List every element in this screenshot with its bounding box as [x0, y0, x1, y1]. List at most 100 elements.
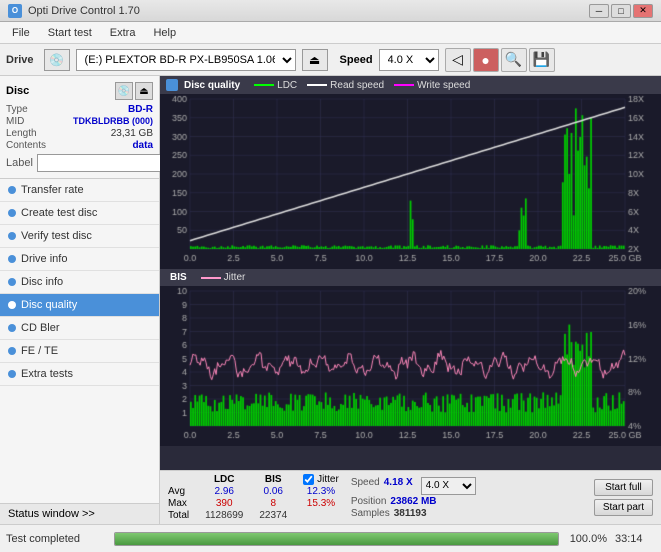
- top-chart: [160, 94, 661, 269]
- sidebar-item-disc-quality[interactable]: Disc quality: [0, 294, 159, 317]
- nav-label-fe-te: FE / TE: [21, 345, 58, 357]
- disc-eject-btn[interactable]: ⏏: [135, 82, 153, 100]
- ldc-header: LDC: [205, 474, 243, 485]
- legend: LDC Read speed Write speed: [254, 80, 470, 91]
- chart-title-bar: Disc quality LDC Read speed Write speed: [160, 76, 661, 94]
- contents-label: Contents: [6, 140, 46, 151]
- sidebar-item-disc-info[interactable]: Disc info: [0, 271, 159, 294]
- jitter-avg: 12.3%: [303, 486, 339, 497]
- nav-dot-fe-te: [8, 347, 16, 355]
- legend-ldc: LDC: [254, 80, 297, 91]
- menu-bar: File Start test Extra Help: [0, 22, 661, 44]
- nav-dot-drive-info: [8, 255, 16, 263]
- speed-down-btn[interactable]: ◁: [445, 48, 471, 72]
- position-value: 23862 MB: [390, 496, 436, 507]
- drive-icon-btn[interactable]: 💿: [44, 49, 70, 71]
- nav-dot-disc-quality: [8, 301, 16, 309]
- disc-panel: Disc 💿 ⏏ Type BD-R MID TDKBLDRBB (000) L…: [0, 76, 159, 179]
- label-input[interactable]: [37, 154, 175, 172]
- nav-dot-transfer-rate: [8, 186, 16, 194]
- ldc-avg: 2.96: [205, 486, 243, 497]
- right-panel: Disc quality LDC Read speed Write speed: [160, 76, 661, 524]
- progress-bar-container: [114, 532, 559, 546]
- drive-select[interactable]: (E:) PLEXTOR BD-R PX-LB950SA 1.06: [76, 49, 296, 71]
- nav-label-cd-bler: CD Bler: [21, 322, 60, 334]
- menu-help[interactable]: Help: [145, 25, 184, 41]
- ldc-color: [254, 84, 274, 86]
- position-row: Position 23862 MB: [351, 496, 476, 507]
- speed-info: Speed 4.18 X 4.0 X Position 23862 MB Sam…: [351, 477, 476, 519]
- legend-jitter: Jitter: [201, 272, 246, 283]
- nav-label-transfer-rate: Transfer rate: [21, 184, 84, 196]
- progress-percent: 100.0%: [567, 533, 607, 545]
- nav-label-create-test-disc: Create test disc: [21, 207, 97, 219]
- nav-list: Transfer rate Create test disc Verify test…: [0, 179, 159, 386]
- avg-label: Avg: [168, 486, 189, 497]
- readspeed-color: [307, 84, 327, 86]
- sidebar-item-drive-info[interactable]: Drive info: [0, 248, 159, 271]
- legend-readspeed: Read speed: [307, 80, 384, 91]
- menu-file[interactable]: File: [4, 25, 38, 41]
- nav-dot-cd-bler: [8, 324, 16, 332]
- menu-start-test[interactable]: Start test: [40, 25, 100, 41]
- jitter-label: Jitter: [224, 272, 246, 283]
- eject-button[interactable]: ⏏: [302, 49, 328, 71]
- jitter-total: [303, 510, 339, 521]
- bis-avg: 0.06: [259, 486, 287, 497]
- contents-value: data: [132, 140, 153, 151]
- minimize-button[interactable]: ─: [589, 4, 609, 18]
- chart-quality-title: Disc quality: [184, 80, 240, 91]
- nav-label-disc-info: Disc info: [21, 276, 63, 288]
- total-label: Total: [168, 510, 189, 521]
- ldc-total: 1128699: [205, 510, 243, 521]
- start-part-button[interactable]: Start part: [594, 499, 653, 516]
- jitter-check-label: Jitter: [317, 474, 339, 485]
- disc-action-btn1[interactable]: ●: [473, 48, 499, 72]
- sidebar-item-transfer-rate[interactable]: Transfer rate: [0, 179, 159, 202]
- status-text: Test completed: [6, 533, 106, 545]
- samples-row: Samples 381193: [351, 508, 476, 519]
- save-btn[interactable]: 💾: [529, 48, 555, 72]
- close-button[interactable]: ✕: [633, 4, 653, 18]
- bis-title: BIS: [170, 272, 187, 283]
- start-buttons: Start full Start part: [594, 479, 653, 516]
- speed-stat-select[interactable]: 4.0 X: [421, 477, 476, 495]
- progress-bar-fill: [115, 533, 558, 545]
- jitter-color: [201, 277, 221, 279]
- stats-table: Avg Max Total LDC 2.96 390 1128699 BIS 0…: [168, 474, 339, 521]
- sidebar-item-verify-test-disc[interactable]: Verify test disc: [0, 225, 159, 248]
- status-window-button[interactable]: Status window >>: [0, 503, 159, 524]
- speed-select[interactable]: 4.0 X: [379, 49, 439, 71]
- bottom-chart: [160, 286, 661, 446]
- maximize-button[interactable]: □: [611, 4, 631, 18]
- nav-label-drive-info: Drive info: [21, 253, 67, 265]
- writespeed-color: [394, 84, 414, 86]
- disc-icon-btn[interactable]: 💿: [115, 82, 133, 100]
- empty-header: [168, 474, 189, 485]
- sidebar-item-cd-bler[interactable]: CD Bler: [0, 317, 159, 340]
- speed-row: Speed 4.18 X 4.0 X: [351, 477, 476, 495]
- sidebar-item-fe-te[interactable]: FE / TE: [0, 340, 159, 363]
- sidebar-item-extra-tests[interactable]: Extra tests: [0, 363, 159, 386]
- disc-section-title: Disc: [6, 85, 29, 97]
- samples-label: Samples: [351, 508, 390, 519]
- label-label: Label: [6, 157, 33, 169]
- disc-action-btn2[interactable]: 🔍: [501, 48, 527, 72]
- ldc-chart-canvas: [160, 94, 661, 269]
- bis-max: 8: [259, 498, 287, 509]
- jitter-checkbox-row: Jitter: [303, 474, 339, 485]
- time-display: 33:14: [615, 533, 655, 545]
- sidebar-item-create-test-disc[interactable]: Create test disc: [0, 202, 159, 225]
- stats-jitter: Jitter 12.3% 15.3%: [303, 474, 339, 521]
- start-full-button[interactable]: Start full: [594, 479, 653, 496]
- bottom-bar: Test completed 100.0% 33:14: [0, 524, 661, 552]
- jitter-checkbox[interactable]: [303, 474, 314, 485]
- type-value: BD-R: [128, 104, 153, 115]
- ldc-label: LDC: [277, 80, 297, 91]
- stats-row-labels: Avg Max Total: [168, 474, 189, 521]
- legend-writespeed: Write speed: [394, 80, 470, 91]
- samples-value: 381193: [394, 508, 427, 519]
- writespeed-label: Write speed: [417, 80, 470, 91]
- menu-extra[interactable]: Extra: [102, 25, 144, 41]
- bis-title-bar: BIS Jitter: [160, 269, 661, 286]
